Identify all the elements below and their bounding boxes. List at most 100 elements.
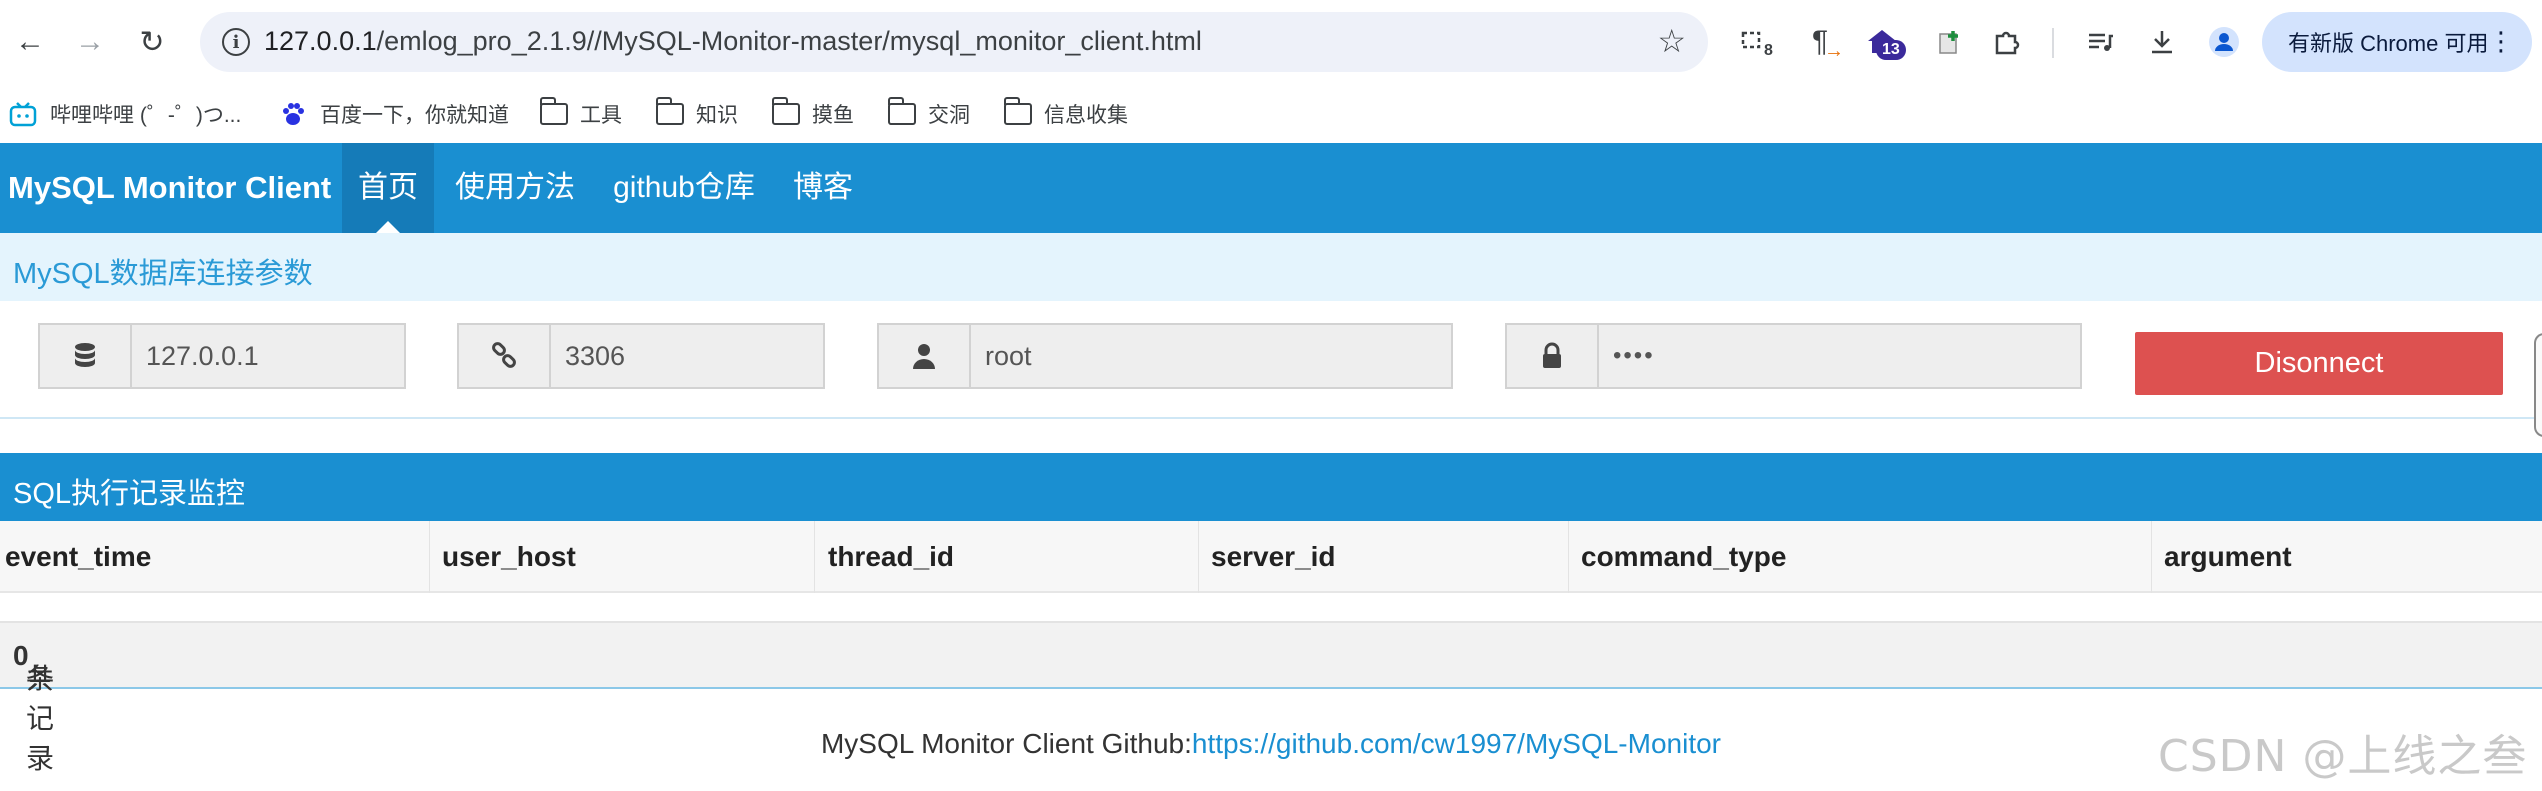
extension-icon-paragraph[interactable]: ¶ →	[1800, 20, 1844, 64]
user-input[interactable]: root	[969, 323, 1453, 389]
column-divider	[814, 521, 815, 593]
user-input-group: root	[877, 323, 1453, 389]
star-icon[interactable]: ☆	[1657, 22, 1686, 60]
profile-icon[interactable]	[2204, 20, 2244, 64]
extension-badge: 13	[1876, 40, 1906, 60]
host-input-group: 127.0.0.1	[38, 323, 406, 389]
puzzle-icon	[1995, 31, 2020, 55]
bookmark-folder-knowledge[interactable]: 知识	[655, 96, 738, 132]
menu-icon[interactable]: ⋮	[2488, 26, 2514, 57]
nav-item-label: 使用方法	[455, 171, 575, 204]
connection-form: 127.0.0.1 3306 root •••• Disonnect	[0, 301, 2542, 437]
baidu-paw-icon	[278, 99, 308, 129]
bookmark-label: 百度一下，你就知道	[320, 104, 509, 127]
avatar-icon	[2209, 27, 2239, 57]
media-icon[interactable]	[2080, 20, 2120, 64]
url-text[interactable]: 127.0.0.1/emlog_pro_2.1.9//MySQL-Monitor…	[264, 26, 1202, 57]
port-input[interactable]: 3306	[549, 323, 825, 389]
nav-item-github[interactable]: github仓库	[604, 143, 764, 233]
disconnect-button[interactable]: Disonnect	[2135, 332, 2503, 395]
document-plus-icon	[1939, 31, 1958, 54]
browser-toolbar: ← → ↻ i 127.0.0.1/emlog_pro_2.1.9//MySQL…	[0, 0, 2542, 86]
side-panel-handle[interactable]	[2534, 333, 2542, 437]
playlist-icon	[2089, 33, 2113, 51]
extension-badge: 8	[1764, 42, 1773, 59]
extension-icon-home[interactable]: 13	[1862, 20, 1906, 64]
host-input[interactable]: 127.0.0.1	[130, 323, 406, 389]
column-header-argument[interactable]: argument	[2159, 521, 2292, 593]
bookmark-folder-fish[interactable]: 摸鱼	[771, 96, 854, 132]
site-info-icon[interactable]: i	[222, 28, 250, 56]
bookmark-baidu[interactable]: 百度一下，你就知道	[278, 96, 509, 132]
reload-icon[interactable]: ↻	[130, 20, 174, 64]
nav-item-label: github仓库	[613, 171, 755, 204]
nav-item-usage[interactable]: 使用方法	[450, 143, 580, 233]
column-divider	[1198, 521, 1199, 593]
nav-item-blog[interactable]: 博客	[786, 143, 860, 233]
csdn-watermark: CSDN @上线之叁	[2158, 731, 2528, 782]
user-icon	[877, 323, 969, 389]
records-table-body	[0, 593, 2542, 621]
column-divider	[429, 521, 430, 593]
address-bar[interactable]: i 127.0.0.1/emlog_pro_2.1.9//MySQL-Monit…	[200, 12, 1708, 72]
records-count-bar: 共 0 条记录	[0, 621, 2542, 774]
forward-icon[interactable]: →	[68, 20, 112, 64]
bookmark-label: 摸鱼	[812, 104, 854, 127]
bilibili-icon	[8, 99, 38, 129]
monitor-panel-header: SQL执行记录监控	[0, 453, 2542, 521]
folder-icon	[655, 97, 684, 125]
port-input-group: 3306	[457, 323, 825, 389]
column-divider	[1568, 521, 1569, 593]
column-header-server-id[interactable]: server_id	[1206, 521, 1336, 593]
download-icon[interactable]	[2142, 20, 2182, 64]
connection-panel-title: MySQL数据库连接参数	[13, 258, 313, 290]
column-divider	[2151, 521, 2152, 593]
app-navbar: MySQL Monitor Client 首页 使用方法 github仓库 博客	[0, 143, 2542, 233]
records-table-header: event_time user_host thread_id server_id…	[0, 521, 2542, 593]
active-caret-icon	[376, 221, 400, 233]
bookmark-folder-tools[interactable]: 工具	[539, 96, 622, 132]
database-icon	[38, 323, 130, 389]
bookmark-label: 知识	[696, 104, 738, 127]
download-arrow-icon	[2152, 31, 2172, 54]
bookmark-label: 信息收集	[1044, 104, 1128, 127]
folder-icon	[539, 97, 568, 125]
bookmark-label: 交洞	[928, 104, 970, 127]
folder-icon	[887, 97, 916, 125]
password-input-group: ••••	[1505, 323, 2082, 389]
folder-icon	[771, 97, 800, 125]
chrome-update-button[interactable]: 有新版 Chrome 可用 ⋮	[2262, 12, 2532, 72]
connection-panel-header: MySQL数据库连接参数	[0, 233, 2542, 301]
toolbar-divider	[2052, 28, 2054, 58]
update-label: 有新版 Chrome 可用	[2288, 31, 2489, 56]
password-input[interactable]: ••••	[1597, 323, 2082, 389]
github-link[interactable]: https://github.com/cw1997/MySQL-Monitor	[1192, 728, 1721, 759]
column-header-thread-id[interactable]: thread_id	[823, 521, 954, 593]
column-header-event-time[interactable]: event_time	[0, 521, 151, 593]
bookmark-label: 哔哩哔哩 (゜-゜)つ...	[50, 104, 242, 127]
lock-icon	[1505, 323, 1597, 389]
bookmark-bilibili[interactable]: 哔哩哔哩 (゜-゜)つ...	[8, 96, 241, 132]
link-icon	[457, 323, 549, 389]
folder-icon	[1003, 97, 1032, 125]
nav-item-label: 首页	[358, 171, 418, 204]
bookmarks-bar: 哔哩哔哩 (゜-゜)つ... 百度一下，你就知道 工具 知识 摸鱼 交洞 信息收…	[0, 86, 2542, 142]
url-path: /emlog_pro_2.1.9//MySQL-Monitor-master/m…	[376, 26, 1202, 56]
bookmark-folder-info[interactable]: 信息收集	[1003, 96, 1128, 132]
bookmark-folder-vuln[interactable]: 交洞	[887, 96, 970, 132]
arrow-icon: →	[1824, 40, 1844, 62]
extension-icon-capture[interactable]: 8	[1734, 20, 1774, 64]
column-header-command-type[interactable]: command_type	[1576, 521, 1786, 593]
nav-item-label: 博客	[793, 171, 853, 204]
monitor-panel-title: SQL执行记录监控	[13, 478, 246, 510]
extension-icon-plus[interactable]	[1930, 20, 1970, 64]
bookmark-label: 工具	[580, 104, 622, 127]
nav-item-home[interactable]: 首页	[342, 143, 434, 233]
records-count-text: 共 0 条记录	[13, 640, 54, 774]
url-host: 127.0.0.1	[264, 26, 377, 56]
footer-text: MySQL Monitor Client Github:	[820, 728, 1192, 759]
brand-title[interactable]: MySQL Monitor Client	[8, 143, 331, 233]
extensions-icon[interactable]	[1986, 20, 2026, 64]
column-header-user-host[interactable]: user_host	[437, 521, 576, 593]
back-icon[interactable]: ←	[8, 20, 52, 64]
